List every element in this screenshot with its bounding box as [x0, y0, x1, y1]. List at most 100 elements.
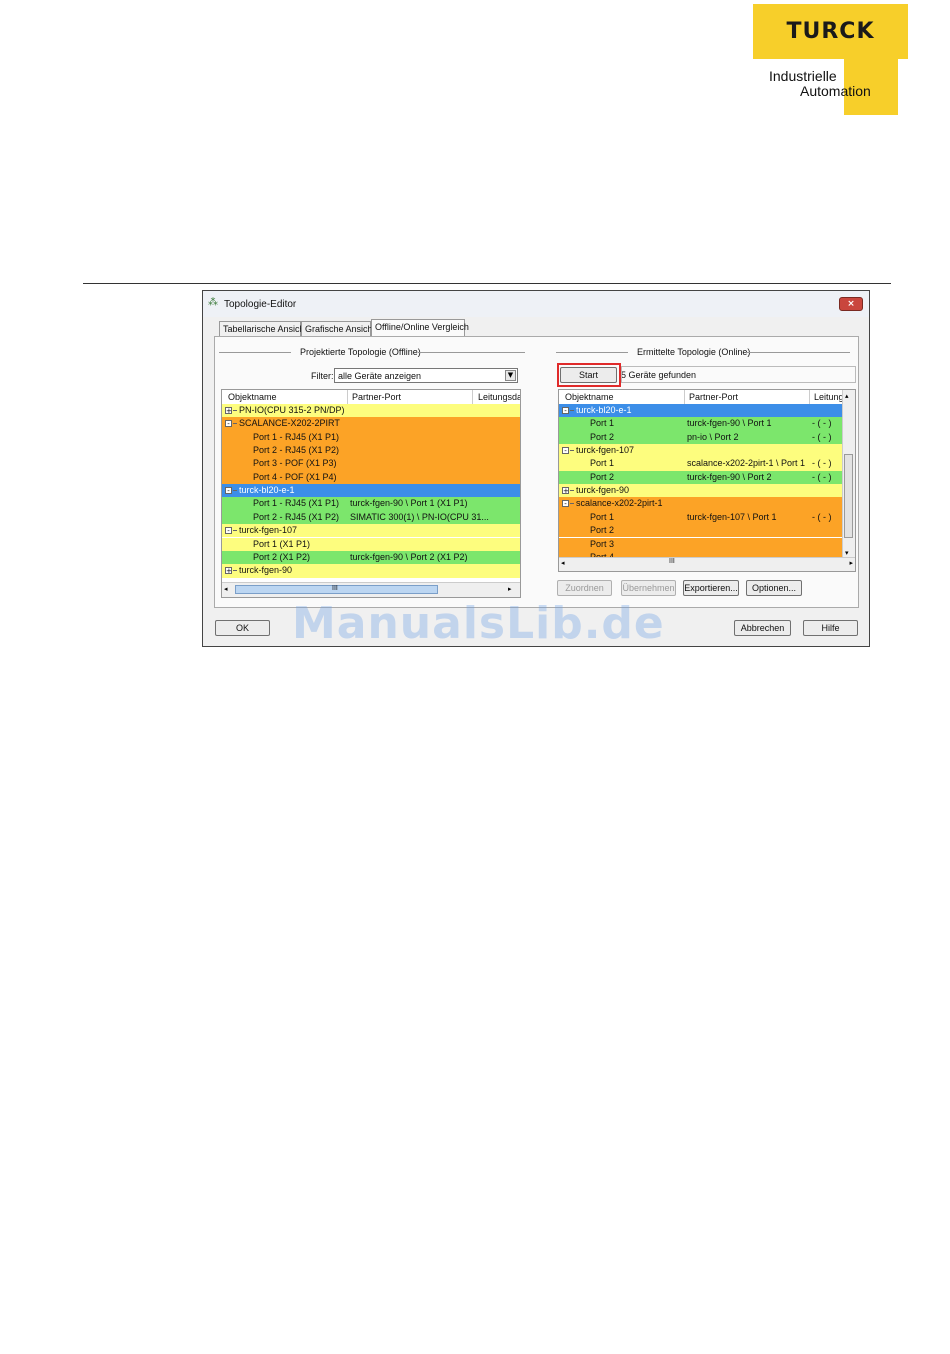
tree-connector [570, 503, 574, 505]
offline-row[interactable]: Port 2 (X1 P2) turck-fgen-90 \ Port 2 (X1… [222, 550, 520, 565]
online-row-name: scalance-x202-2pirt-1 [576, 498, 663, 509]
online-row[interactable]: Port 2 [559, 524, 843, 538]
online-row-name: Port 3 [590, 538, 615, 549]
offline-h-scroll-thumb[interactable]: III [235, 585, 438, 594]
offline-row-partner: turck-fgen-90 \ Port 1 (X1 P1) [350, 498, 468, 509]
scroll-left-icon[interactable]: ◂ [561, 559, 565, 567]
online-row-name: turck-fgen-107 [576, 445, 635, 456]
scroll-left-icon[interactable]: ◂ [224, 585, 233, 594]
online-row[interactable]: Port 1 turck-fgen-90 \ Port 1 - ( - ) [559, 417, 843, 431]
online-row[interactable]: Port 2 pn-io \ Port 2 - ( - ) [559, 430, 843, 445]
online-row[interactable]: - turck-fgen-107 [559, 444, 843, 458]
scroll-right-icon[interactable]: ▸ [508, 585, 517, 594]
offline-row-name: Port 1 (X1 P1) [253, 538, 311, 549]
offline-heading-line-left [219, 352, 291, 353]
offline-row[interactable]: Port 3 - POF (X1 P3) [222, 457, 520, 471]
offline-topology-list[interactable]: Objektname Partner-Port Leitungsdat + PN-… [221, 389, 521, 598]
online-v-scroll-thumb[interactable] [844, 454, 853, 538]
online-row-name: Port 1 [590, 458, 615, 469]
offline-row[interactable]: + PN-IO(CPU 315-2 PN/DP) [222, 404, 520, 418]
offline-row[interactable]: Port 1 - RJ45 (X1 P1) turck-fgen-90 \ Por… [222, 497, 520, 511]
expand-icon[interactable]: + [562, 487, 569, 495]
online-col-objektname[interactable]: Objektname [565, 392, 614, 402]
offline-col-cable[interactable]: Leitungsdat [478, 392, 520, 402]
online-row-partner: turck-fgen-90 \ Port 1 [687, 418, 772, 429]
offline-row[interactable]: - turck-fgen-107 [222, 524, 520, 538]
topology-editor-window: ⁂ Topologie-Editor × Tabellarische Ansic… [202, 290, 870, 647]
online-heading-line-left [556, 352, 628, 353]
chevron-down-icon[interactable]: ▼ [505, 370, 516, 381]
online-col-partner-port[interactable]: Partner-Port [689, 392, 738, 402]
column-separator [472, 390, 473, 404]
online-topology-list[interactable]: Objektname Partner-Port Leitungs - turck-… [558, 389, 856, 572]
online-row-name: Port 2 [590, 525, 615, 536]
online-row[interactable]: Port 3 [559, 537, 843, 551]
offline-row-partner: SIMATIC 300(1) \ PN-IO(CPU 31... [350, 511, 489, 522]
expand-icon[interactable]: + [225, 407, 232, 415]
column-separator [347, 390, 348, 404]
filter-select[interactable]: alle Geräte anzeigen ▼ [334, 368, 518, 383]
collapse-icon[interactable]: - [225, 487, 232, 495]
online-row[interactable]: Port 1 scalance-x202-2pirt-1 \ Port 1 - ( … [559, 457, 843, 471]
offline-row[interactable]: Port 4 - POF (X1 P4) [222, 470, 520, 485]
collapse-icon[interactable]: - [562, 447, 569, 455]
online-row[interactable]: + turck-fgen-90 [559, 484, 843, 498]
collapse-icon[interactable]: - [225, 420, 232, 428]
tree-connector [570, 490, 574, 492]
online-row[interactable]: - scalance-x202-2pirt-1 [559, 497, 843, 511]
offline-col-objektname[interactable]: Objektname [228, 392, 277, 402]
online-row-name: Port 2 [590, 431, 615, 442]
zuordnen-button[interactable]: Zuordnen [557, 580, 612, 596]
offline-h-scrollbar[interactable]: ◂ III ▸ [222, 582, 520, 597]
collapse-icon[interactable]: - [562, 407, 569, 415]
online-row-cable: - ( - ) [812, 511, 832, 522]
online-row-cable: - ( - ) [812, 418, 832, 429]
offline-row[interactable]: Port 2 - RJ45 (X1 P2) [222, 444, 520, 458]
optionen-button[interactable]: Optionen... [746, 580, 802, 596]
online-h-scrollbar[interactable]: ◂ III ▸ [559, 557, 855, 571]
tree-connector [233, 570, 237, 572]
online-row[interactable]: - turck-bl20-e-1 [559, 404, 843, 418]
collapse-icon[interactable]: - [225, 527, 232, 535]
exportieren-button[interactable]: Exportieren... [683, 580, 739, 596]
online-row[interactable]: Port 2 turck-fgen-90 \ Port 2 - ( - ) [559, 470, 843, 485]
scroll-grip-icon: III [332, 585, 338, 592]
start-button[interactable]: Start [560, 367, 617, 383]
offline-row[interactable]: Port 1 (X1 P1) [222, 537, 520, 551]
scroll-up-icon[interactable]: ▴ [845, 392, 849, 400]
uebernehmen-button[interactable]: Übernehmen [621, 580, 676, 596]
tree-connector [233, 423, 237, 425]
topology-app-icon: ⁂ [208, 297, 218, 308]
scroll-right-icon[interactable]: ▸ [849, 559, 853, 567]
tab-panel: Projektierte Topologie (Offline) Ermitte… [214, 336, 859, 608]
offline-row[interactable]: - SCALANCE-X202-2PIRT [222, 417, 520, 431]
page-divider [83, 283, 891, 284]
online-row-partner: turck-fgen-90 \ Port 2 [687, 471, 772, 482]
offline-row[interactable]: Port 2 - RJ45 (X1 P2) SIMATIC 300(1) \ PN… [222, 510, 520, 525]
online-row[interactable]: Port 1 turck-fgen-107 \ Port 1 - ( - ) [559, 510, 843, 525]
offline-row[interactable]: Port 1 - RJ45 (X1 P1) [222, 430, 520, 445]
window-title: Topologie-Editor [224, 299, 297, 310]
tab-graphic-view[interactable]: Grafische Ansicht [301, 321, 375, 336]
tree-connector [233, 490, 237, 492]
collapse-icon[interactable]: - [562, 500, 569, 508]
offline-heading-line-right [418, 352, 525, 353]
tab-offline-online-compare[interactable]: Offline/Online Vergleich [371, 319, 469, 337]
online-v-scrollbar[interactable]: ▴ ▾ [842, 390, 855, 559]
offline-row[interactable]: - turck-bl20-e-1 [222, 484, 520, 498]
ok-button[interactable]: OK [215, 620, 270, 636]
abbrechen-button[interactable]: Abbrechen [734, 620, 791, 636]
online-row-cable: - ( - ) [812, 471, 832, 482]
offline-row-name: Port 4 - POF (X1 P4) [253, 471, 337, 482]
tab-tabular-view[interactable]: Tabellarische Ansicht [219, 321, 307, 336]
scroll-down-icon[interactable]: ▾ [845, 549, 849, 557]
offline-row[interactable]: + turck-fgen-90 [222, 564, 520, 578]
title-bar[interactable]: ⁂ Topologie-Editor × [203, 291, 869, 317]
hilfe-button[interactable]: Hilfe [803, 620, 858, 636]
expand-icon[interactable]: + [225, 567, 232, 575]
tree-connector [233, 530, 237, 532]
offline-col-partner-port[interactable]: Partner-Port [352, 392, 401, 402]
scroll-grip-icon: III [669, 558, 675, 565]
close-button[interactable]: × [839, 297, 863, 311]
tree-connector [233, 410, 237, 411]
